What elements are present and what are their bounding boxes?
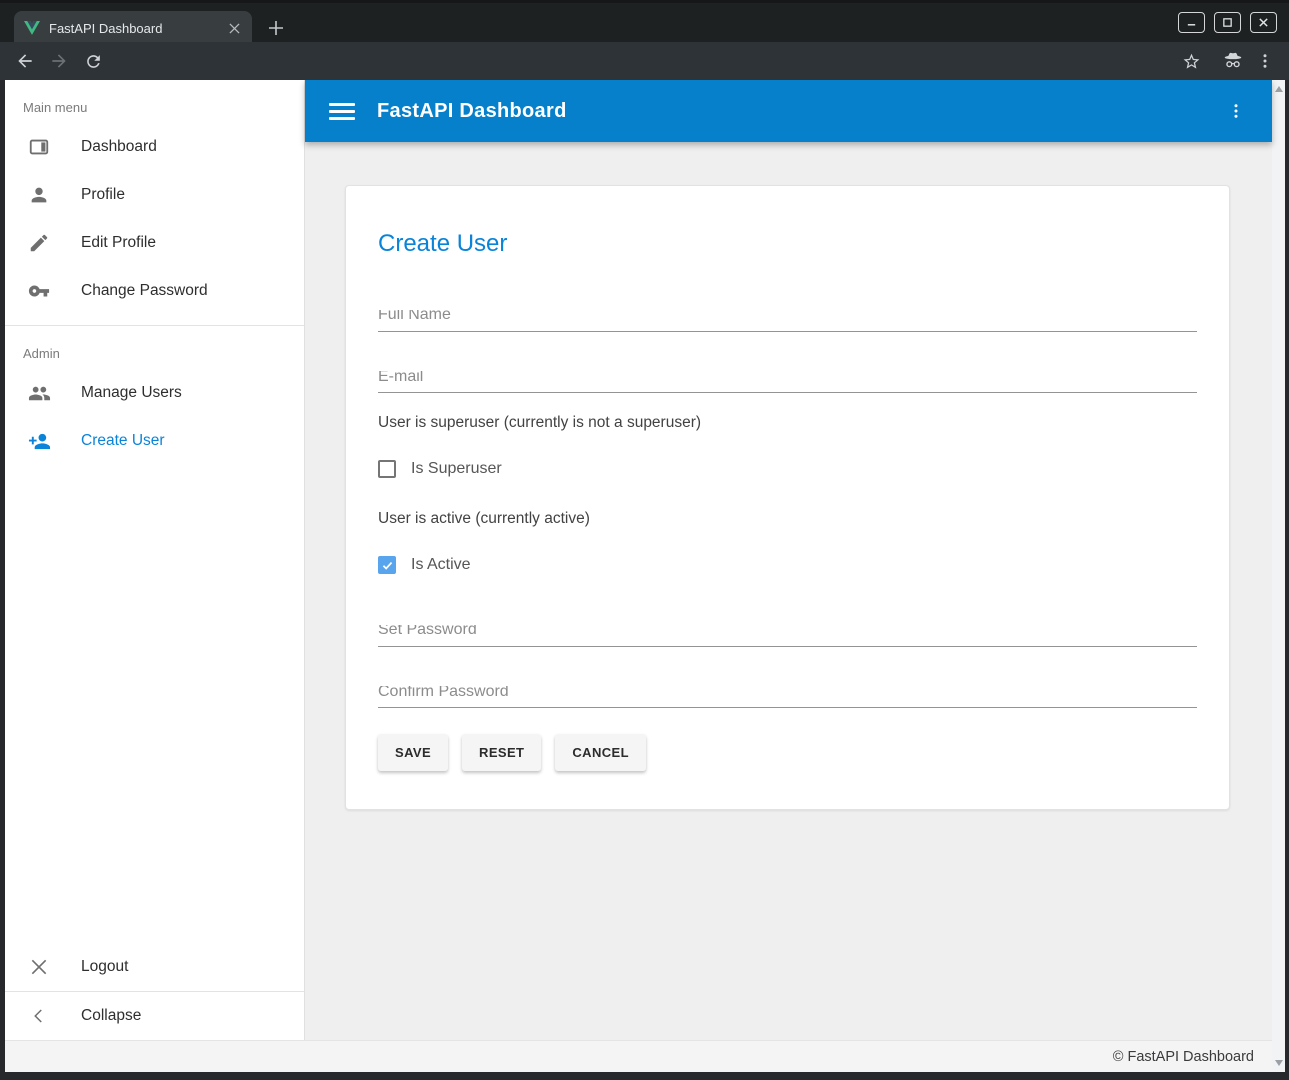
page: Main menu Dashboard Profile Edit Profile bbox=[5, 80, 1285, 1072]
people-icon bbox=[27, 381, 51, 405]
sidebar-item-label: Collapse bbox=[81, 1007, 141, 1025]
app-title: FastAPI Dashboard bbox=[377, 100, 567, 123]
tab-close-icon[interactable] bbox=[226, 20, 242, 36]
is-active-checkbox[interactable] bbox=[378, 556, 396, 574]
page-scrollbar[interactable] bbox=[1272, 80, 1285, 1072]
sidebar-item-label: Logout bbox=[81, 958, 128, 976]
back-icon[interactable] bbox=[13, 49, 37, 73]
maximize-button[interactable] bbox=[1214, 12, 1241, 33]
email-input[interactable] bbox=[378, 371, 1197, 393]
dashboard-icon bbox=[27, 135, 51, 159]
sidebar-item-profile[interactable]: Profile bbox=[5, 171, 304, 219]
sidebar-section-admin: Admin bbox=[5, 326, 304, 369]
scrollbar-up-arrow[interactable] bbox=[1272, 82, 1285, 96]
full-name-field-wrap bbox=[378, 306, 1197, 332]
hamburger-menu-icon[interactable] bbox=[329, 98, 355, 124]
forward-icon[interactable] bbox=[47, 49, 71, 73]
sidebar-item-logout[interactable]: Logout bbox=[5, 943, 304, 991]
scrollbar-down-arrow[interactable] bbox=[1272, 1056, 1285, 1070]
logout-x-icon bbox=[27, 955, 51, 979]
create-user-card: Create User User is superuser (currently… bbox=[345, 185, 1230, 810]
is-superuser-checkbox-row[interactable]: Is Superuser bbox=[378, 457, 1197, 481]
copyright-text: © FastAPI Dashboard bbox=[1113, 1049, 1254, 1065]
browser-menu-kebab-icon[interactable] bbox=[1253, 49, 1277, 73]
cancel-button[interactable]: CANCEL bbox=[555, 734, 646, 771]
superuser-hint: User is superuser (currently is not a su… bbox=[378, 413, 1197, 433]
close-button[interactable] bbox=[1250, 12, 1277, 33]
active-hint: User is active (currently active) bbox=[378, 509, 1197, 529]
browser-toolbar: localhost/main/admin/users/create bbox=[0, 42, 1289, 80]
reset-button[interactable]: RESET bbox=[462, 734, 541, 771]
incognito-icon bbox=[1221, 49, 1245, 73]
bookmark-star-icon[interactable] bbox=[1179, 49, 1203, 73]
sidebar-item-label: Dashboard bbox=[81, 138, 157, 156]
sidebar-spacer bbox=[5, 465, 304, 943]
sidebar-item-create-user[interactable]: Create User bbox=[5, 417, 304, 465]
key-icon bbox=[27, 279, 51, 303]
app-footer: © FastAPI Dashboard bbox=[5, 1040, 1272, 1072]
sidebar-item-label: Manage Users bbox=[81, 384, 182, 402]
set-password-field-wrap bbox=[378, 621, 1197, 647]
reload-icon[interactable] bbox=[81, 49, 105, 73]
app-menu-kebab-icon[interactable] bbox=[1222, 97, 1250, 125]
sidebar-item-label: Edit Profile bbox=[81, 234, 156, 252]
window-controls bbox=[1178, 12, 1277, 33]
form-buttons: SAVE RESET CANCEL bbox=[378, 734, 1197, 771]
browser-tab[interactable]: FastAPI Dashboard bbox=[14, 11, 252, 45]
set-password-input[interactable] bbox=[378, 625, 1197, 647]
sidebar-item-manage-users[interactable]: Manage Users bbox=[5, 369, 304, 417]
vue-favicon-icon bbox=[24, 21, 40, 35]
email-field-wrap bbox=[378, 368, 1197, 394]
person-add-icon bbox=[27, 429, 51, 453]
pencil-icon bbox=[27, 231, 51, 255]
sidebar-item-edit-profile[interactable]: Edit Profile bbox=[5, 219, 304, 267]
is-superuser-label: Is Superuser bbox=[411, 460, 502, 478]
minimize-button[interactable] bbox=[1178, 12, 1205, 33]
sidebar-item-change-password[interactable]: Change Password bbox=[5, 267, 304, 315]
sidebar-section-main-menu: Main menu bbox=[5, 80, 304, 123]
is-active-checkbox-row[interactable]: Is Active bbox=[378, 553, 1197, 577]
save-button[interactable]: SAVE bbox=[378, 734, 448, 771]
full-name-input[interactable] bbox=[378, 310, 1197, 332]
sidebar: Main menu Dashboard Profile Edit Profile bbox=[5, 80, 305, 1040]
confirm-password-field-wrap bbox=[378, 683, 1197, 709]
main-content: Create User User is superuser (currently… bbox=[305, 142, 1272, 1040]
confirm-password-input[interactable] bbox=[378, 686, 1197, 708]
page-title: Create User bbox=[378, 228, 1197, 260]
is-active-label: Is Active bbox=[411, 556, 471, 574]
tab-strip: FastAPI Dashboard bbox=[0, 0, 1289, 42]
browser-window: FastAPI Dashboard bbox=[0, 0, 1289, 1080]
person-icon bbox=[27, 183, 51, 207]
sidebar-item-dashboard[interactable]: Dashboard bbox=[5, 123, 304, 171]
sidebar-item-label: Change Password bbox=[81, 282, 208, 300]
sidebar-item-collapse[interactable]: Collapse bbox=[5, 992, 304, 1040]
sidebar-item-label: Create User bbox=[81, 432, 165, 450]
app-header: FastAPI Dashboard bbox=[305, 80, 1272, 142]
is-superuser-checkbox[interactable] bbox=[378, 460, 396, 478]
tab-title: FastAPI Dashboard bbox=[49, 21, 217, 36]
new-tab-button[interactable] bbox=[262, 14, 290, 42]
chevron-left-icon bbox=[27, 1004, 51, 1028]
sidebar-item-label: Profile bbox=[81, 186, 125, 204]
